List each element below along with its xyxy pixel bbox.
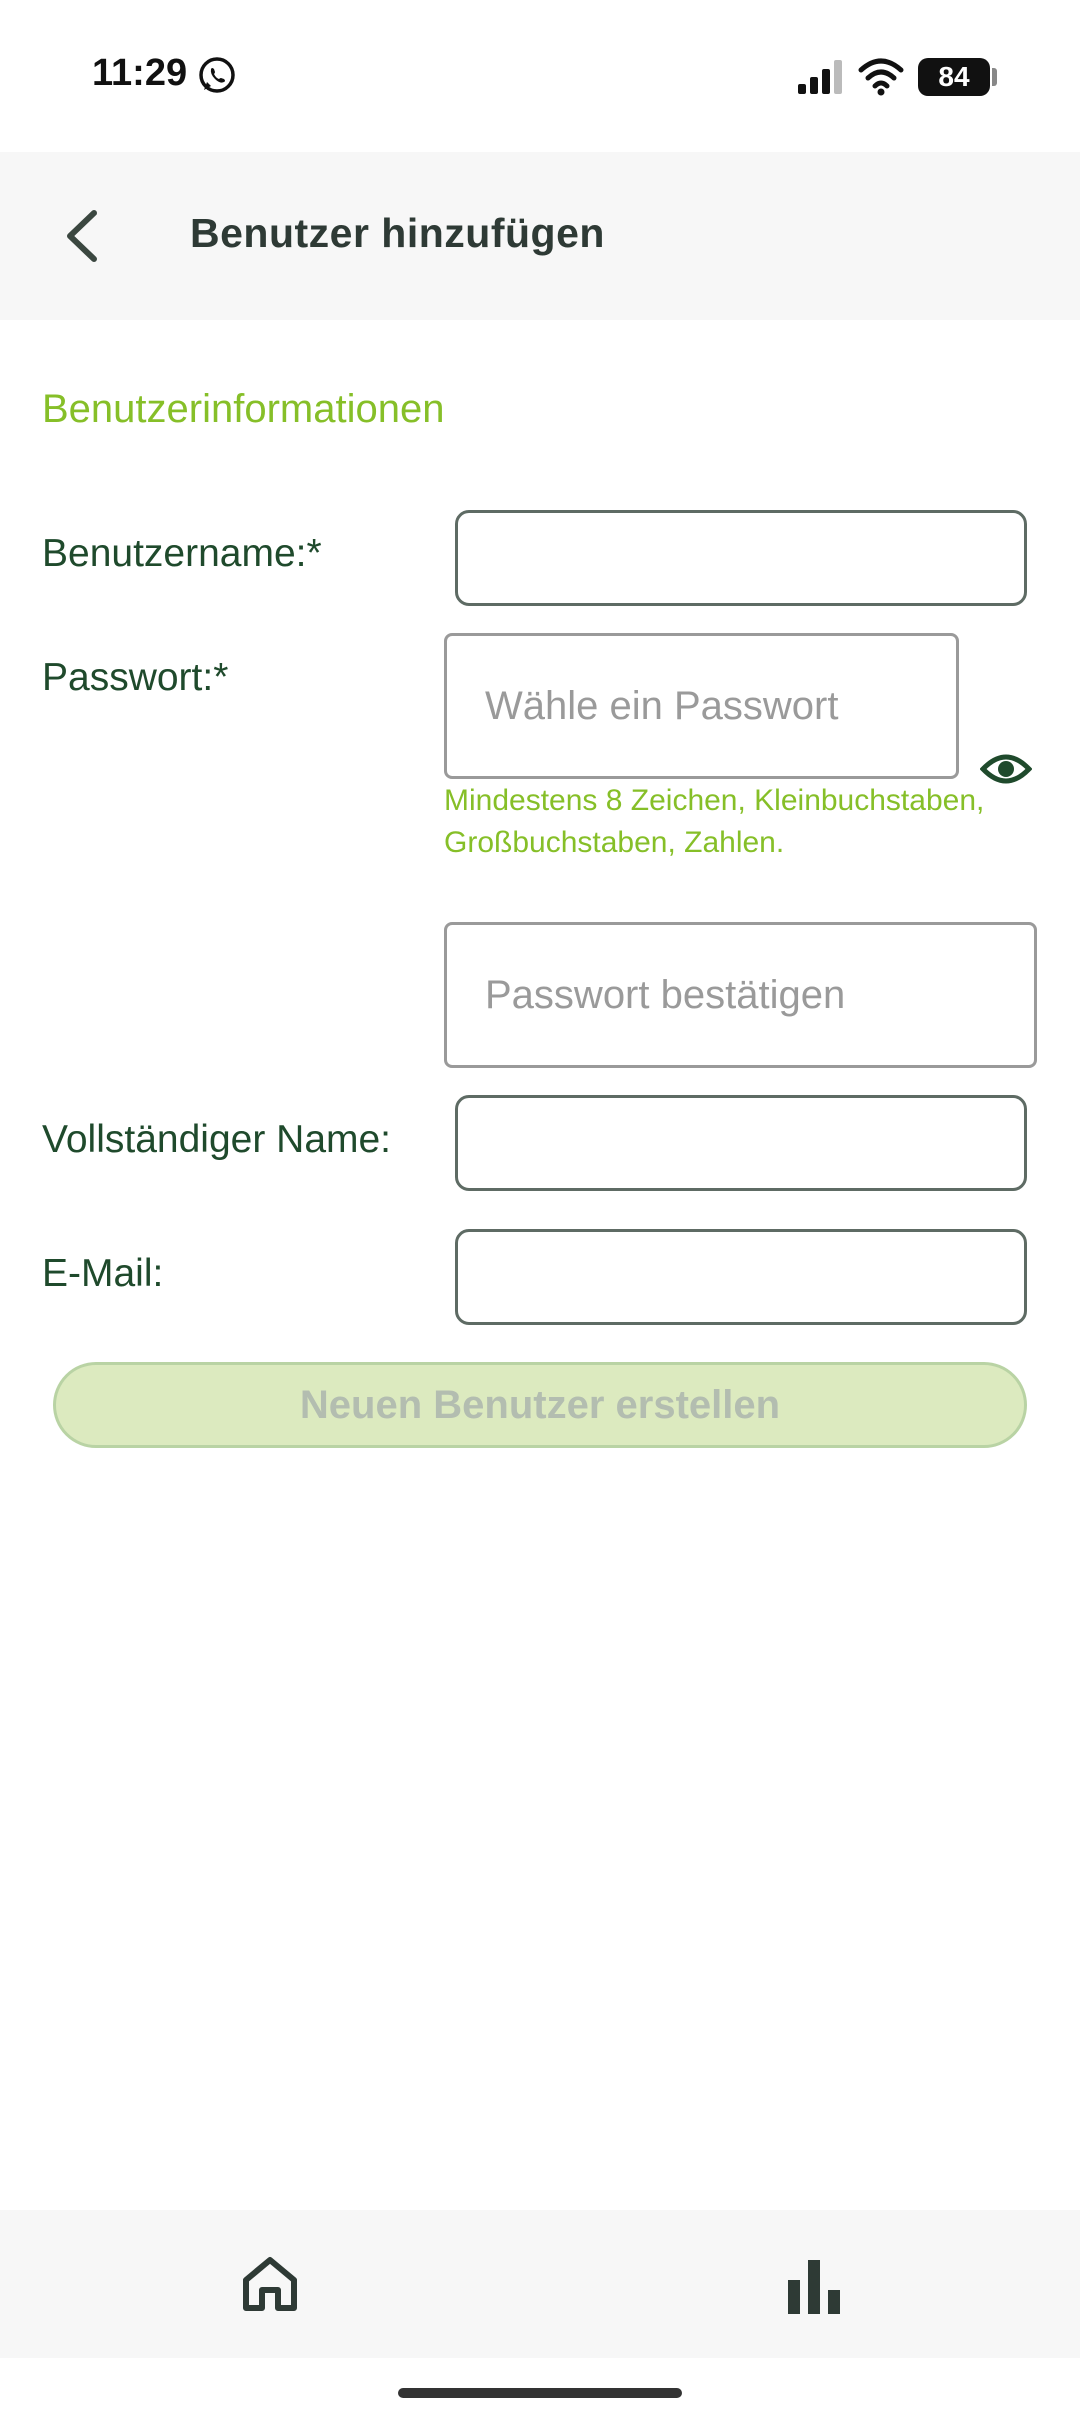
status-bar: 11:29 84: [0, 0, 1080, 152]
home-indicator: [398, 2388, 682, 2398]
bottom-nav: [0, 2210, 1080, 2358]
signal-icon: [798, 60, 842, 94]
username-label: Benutzername:*: [42, 532, 322, 575]
battery-level: 84: [938, 61, 970, 92]
wifi-icon: [858, 58, 904, 96]
section-title: Benutzerinformationen: [42, 387, 445, 431]
full-name-input[interactable]: [455, 1095, 1027, 1191]
status-time: 11:29: [92, 52, 188, 94]
create-user-button-label: Neuen Benutzer erstellen: [299, 1383, 781, 1427]
password-confirm-input[interactable]: [444, 922, 1037, 1068]
username-input[interactable]: [455, 510, 1027, 606]
full-name-label: Vollständiger Name:: [42, 1118, 392, 1161]
email-label: E-Mail:: [42, 1252, 164, 1295]
whatsapp-icon: [199, 57, 235, 93]
battery-icon: 84: [918, 58, 990, 96]
password-input[interactable]: [444, 633, 959, 779]
email-input[interactable]: [455, 1229, 1027, 1325]
home-icon[interactable]: [240, 2254, 300, 2314]
battery-tip: [992, 68, 997, 86]
page-title: Benutzer hinzufügen: [190, 210, 605, 256]
create-user-button[interactable]: Neuen Benutzer erstellen: [53, 1362, 1027, 1448]
chevron-left-icon[interactable]: [60, 207, 108, 265]
app-bar: Benutzer hinzufügen: [0, 152, 1080, 320]
password-label: Passwort:*: [42, 656, 229, 699]
bar-chart-icon[interactable]: [786, 2254, 842, 2314]
password-hint: Mindestens 8 Zeichen, Kleinbuchstaben, G…: [444, 784, 985, 859]
